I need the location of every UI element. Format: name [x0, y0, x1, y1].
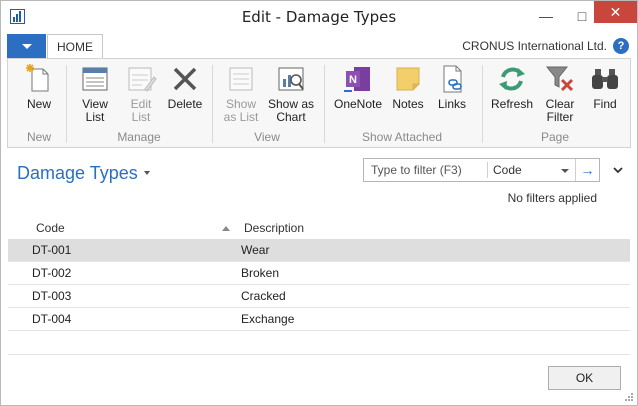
view-list-label-2: List	[85, 110, 105, 124]
page-title[interactable]: Damage Types	[17, 163, 138, 184]
links-icon	[443, 65, 462, 93]
group-label-manage: Manage	[117, 130, 161, 144]
cell-code: DT-001	[32, 243, 72, 257]
group-label-view: View	[254, 130, 280, 144]
filter-status: No filters applied	[507, 191, 597, 205]
table-row[interactable]: DT-002 Broken	[8, 262, 630, 285]
refresh-button[interactable]: Refresh	[488, 63, 536, 111]
new-button[interactable]: New	[16, 63, 62, 111]
table-body: DT-001 Wear DT-002 Broken DT-003 Cracked…	[8, 239, 630, 331]
find-label: Find	[593, 97, 617, 111]
view-list-icon	[82, 67, 108, 91]
cell-code: DT-004	[32, 312, 72, 326]
ribbon: New New View List Edit List Delete Manag…	[7, 58, 631, 148]
group-label-page: Page	[540, 130, 570, 144]
edit-list-button[interactable]: Edit List	[120, 63, 162, 124]
delete-x-icon	[173, 67, 197, 91]
binoculars-icon	[592, 69, 618, 89]
filter-field-select[interactable]: Code	[493, 163, 522, 177]
notes-icon	[396, 67, 420, 91]
cell-description: Exchange	[241, 312, 295, 326]
application-menu-button[interactable]	[7, 34, 46, 58]
show-as-chart-button[interactable]: Show as Chart	[266, 63, 316, 124]
chevron-down-icon[interactable]	[561, 169, 569, 173]
minimize-button[interactable]: —	[532, 5, 560, 27]
ok-button[interactable]: OK	[548, 366, 621, 390]
show-as-list-label-2: as List	[223, 110, 259, 124]
sort-ascending-icon	[222, 226, 230, 231]
clear-filter-label-2: Filter	[546, 110, 574, 124]
table-row[interactable]: DT-003 Cracked	[8, 285, 630, 308]
links-label: Links	[437, 97, 466, 111]
close-button[interactable]: ✕	[594, 1, 637, 23]
refresh-icon	[499, 67, 525, 91]
help-icon[interactable]: ?	[613, 38, 629, 54]
collapse-chevron-icon[interactable]	[612, 164, 624, 176]
delete-button[interactable]: Delete	[164, 63, 206, 111]
ribbon-separator	[324, 65, 325, 143]
delete-label: Delete	[167, 97, 203, 111]
show-as-list-icon	[229, 67, 253, 91]
column-header-description[interactable]: Description	[244, 221, 304, 235]
refresh-label: Refresh	[490, 97, 534, 111]
clear-filter-icon	[545, 66, 574, 92]
edit-list-icon	[128, 67, 157, 92]
clear-filter-button[interactable]: Clear Filter	[538, 63, 582, 124]
group-label-show-attached: Show Attached	[361, 130, 443, 144]
footer-divider	[8, 354, 630, 355]
show-as-chart-icon	[278, 67, 304, 91]
ribbon-separator	[212, 65, 213, 143]
chevron-down-icon	[22, 44, 32, 49]
cell-description: Broken	[241, 266, 280, 280]
edit-damage-types-window: Edit - Damage Types — □ ✕ HOME CRONUS In…	[0, 0, 638, 406]
company-name[interactable]: CRONUS International Ltd.	[462, 39, 607, 53]
column-header-code[interactable]: Code	[36, 221, 65, 235]
onenote-icon: N	[344, 67, 370, 92]
show-as-chart-label-2: Chart	[276, 110, 306, 124]
ribbon-tab-row: HOME CRONUS International Ltd. ?	[1, 34, 637, 59]
onenote-button[interactable]: N OneNote	[332, 63, 384, 111]
find-button[interactable]: Find	[584, 63, 626, 111]
filter-box: Code →	[363, 158, 600, 182]
links-button[interactable]: Links	[432, 63, 472, 111]
title-bar: Edit - Damage Types — □ ✕	[1, 1, 637, 32]
table-row[interactable]: DT-001 Wear	[8, 239, 630, 262]
tab-home[interactable]: HOME	[47, 34, 103, 59]
filter-input[interactable]	[364, 159, 487, 181]
onenote-label: OneNote	[333, 97, 383, 111]
notes-button[interactable]: Notes	[388, 63, 428, 111]
filter-divider	[487, 162, 488, 178]
edit-list-label-2: List	[131, 110, 151, 124]
table-row[interactable]: DT-004 Exchange	[8, 308, 630, 331]
notes-label: Notes	[392, 97, 424, 111]
new-label: New	[26, 97, 51, 111]
cell-description: Wear	[241, 243, 270, 257]
cell-code: DT-003	[32, 289, 72, 303]
show-as-list-button[interactable]: Show as List	[218, 63, 264, 124]
view-list-button[interactable]: View List	[72, 63, 118, 124]
arrow-right-icon[interactable]: →	[575, 159, 599, 181]
resize-grip-icon[interactable]	[624, 392, 634, 402]
cell-code: DT-002	[32, 266, 72, 280]
table-header: Code Description	[8, 218, 630, 238]
page-title-dropdown-icon[interactable]	[144, 171, 150, 175]
new-document-icon	[26, 64, 49, 92]
ribbon-separator	[482, 65, 483, 143]
group-label-new: New	[26, 130, 51, 144]
maximize-button[interactable]: □	[568, 5, 596, 27]
ribbon-separator	[66, 65, 67, 143]
cell-description: Cracked	[241, 289, 286, 303]
svg-text:N: N	[349, 74, 357, 86]
